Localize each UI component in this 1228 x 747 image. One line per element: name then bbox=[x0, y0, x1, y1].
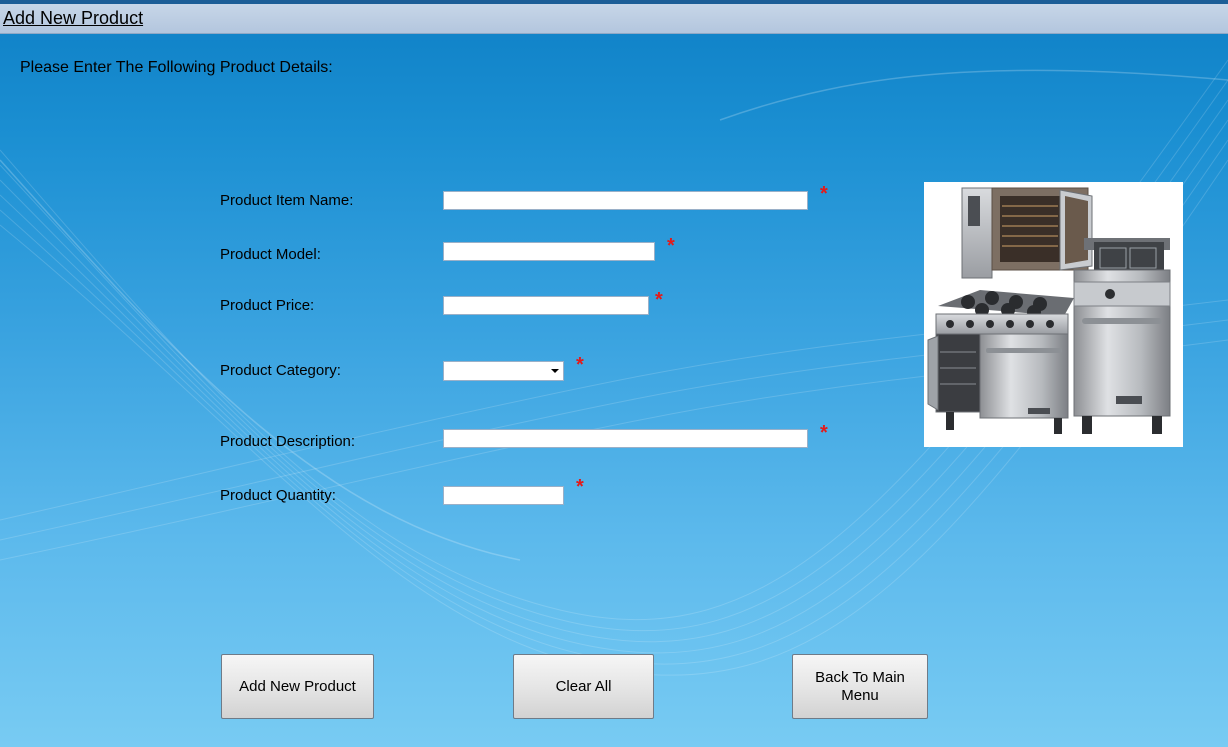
quantity-label: Product Quantity: bbox=[220, 487, 336, 504]
model-input[interactable] bbox=[443, 242, 655, 261]
quantity-input[interactable] bbox=[443, 486, 564, 505]
add-new-product-button[interactable]: Add New Product bbox=[221, 654, 374, 719]
item-name-label: Product Item Name: bbox=[220, 192, 354, 209]
price-input[interactable] bbox=[443, 296, 649, 315]
category-select[interactable] bbox=[443, 361, 564, 381]
item-name-input[interactable] bbox=[443, 191, 808, 210]
price-required-marker: * bbox=[655, 289, 663, 311]
description-required-marker: * bbox=[820, 422, 828, 444]
chevron-down-icon bbox=[551, 369, 559, 373]
title-bar: Add New Product bbox=[0, 4, 1228, 34]
description-input[interactable] bbox=[443, 429, 808, 448]
item-name-required-marker: * bbox=[820, 183, 828, 205]
description-label: Product Description: bbox=[220, 433, 356, 450]
category-required-marker: * bbox=[576, 354, 584, 376]
category-label: Product Category: bbox=[220, 362, 341, 379]
quantity-required-marker: * bbox=[576, 476, 584, 498]
model-label: Product Model: bbox=[220, 246, 321, 263]
form-instruction: Please Enter The Following Product Detai… bbox=[20, 59, 333, 76]
product-image bbox=[924, 182, 1183, 447]
back-to-main-menu-button[interactable]: Back To Main Menu bbox=[792, 654, 928, 719]
price-label: Product Price: bbox=[220, 297, 315, 314]
page-title: Add New Product bbox=[3, 8, 144, 28]
model-required-marker: * bbox=[667, 235, 675, 257]
clear-all-button[interactable]: Clear All bbox=[513, 654, 654, 719]
kitchen-equipment-icon bbox=[927, 187, 1171, 434]
